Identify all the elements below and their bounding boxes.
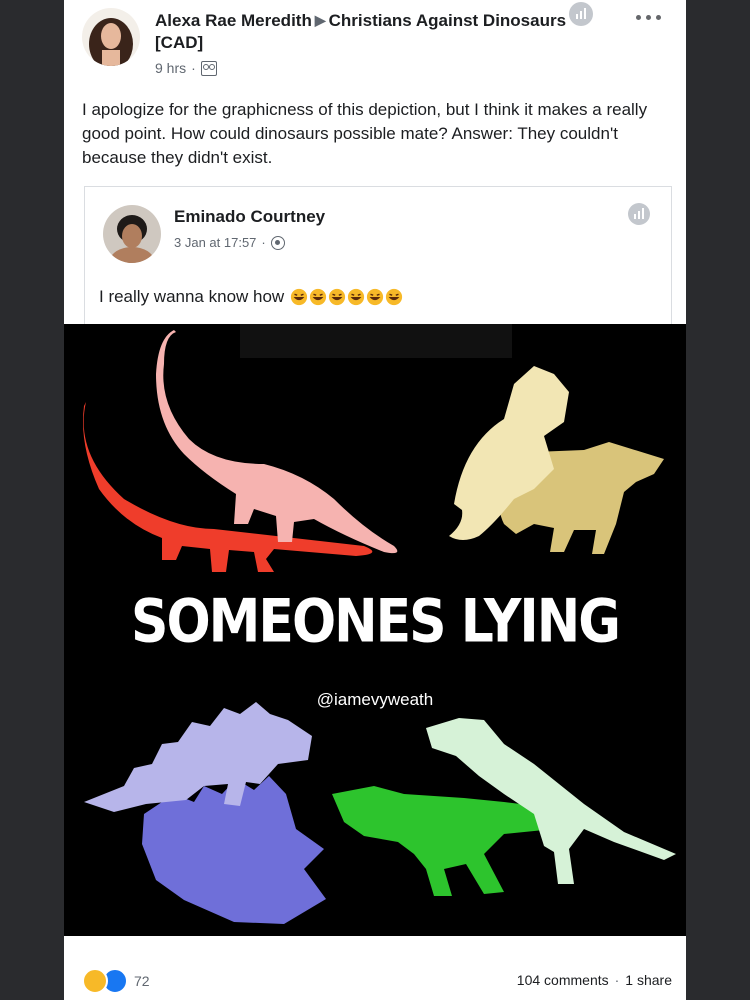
globe-icon bbox=[270, 235, 285, 250]
post-meta: 9 hrs · bbox=[155, 60, 217, 76]
avatar[interactable] bbox=[82, 8, 140, 66]
post-header: Alexa Rae Meredith ▶ Christians Against Di… bbox=[64, 0, 686, 90]
arrow-right-icon: ▶ bbox=[314, 12, 326, 28]
laughing-emoji-row bbox=[290, 288, 403, 306]
author-name[interactable]: Alexa Rae Meredith bbox=[155, 11, 312, 30]
shared-text-row: I really wanna know how bbox=[99, 287, 403, 307]
shared-text: I really wanna know how bbox=[99, 287, 285, 306]
post-author-line: Alexa Rae Meredith ▶ Christians Against Di… bbox=[155, 9, 575, 54]
post-footer: 72 104 comments · 1 share bbox=[64, 955, 686, 995]
stats-separator: · bbox=[614, 972, 620, 988]
shared-avatar-photo bbox=[103, 205, 161, 263]
meta-separator: · bbox=[261, 235, 266, 250]
laughing-emoji-icon bbox=[348, 288, 365, 306]
shared-meta: 3 Jan at 17:57 · bbox=[174, 235, 285, 250]
insights-icon[interactable] bbox=[569, 2, 593, 26]
shared-post[interactable]: Eminado Courtney 3 Jan at 17:57 · I real… bbox=[84, 186, 672, 325]
avatar-photo bbox=[82, 8, 140, 66]
laughing-emoji-icon bbox=[329, 288, 346, 306]
meme-handle: @iamevyweath bbox=[316, 690, 434, 709]
meme-title: SOMEONES LYING bbox=[131, 587, 621, 657]
meta-separator: · bbox=[191, 60, 196, 76]
reactions-summary[interactable]: 72 bbox=[82, 968, 150, 994]
laughing-emoji-icon bbox=[310, 288, 327, 306]
pink-sauropod-silhouette bbox=[156, 330, 398, 554]
meme-image[interactable]: SOMEONES LYING @iamevyweath bbox=[64, 324, 686, 936]
post-time[interactable]: 9 hrs bbox=[155, 60, 186, 76]
shared-author-name[interactable]: Eminado Courtney bbox=[174, 207, 325, 227]
post-text: I apologize for the graphicness of this … bbox=[82, 100, 648, 167]
laughing-emoji-icon bbox=[291, 288, 308, 306]
haha-reaction-icon bbox=[82, 968, 108, 994]
more-options-icon[interactable] bbox=[632, 10, 666, 26]
shares-count[interactable]: 1 share bbox=[625, 972, 672, 988]
comments-count[interactable]: 104 comments bbox=[517, 972, 609, 988]
shared-avatar[interactable] bbox=[103, 205, 161, 263]
laughing-emoji-icon bbox=[367, 288, 384, 306]
reaction-count: 72 bbox=[134, 973, 150, 989]
group-privacy-icon bbox=[200, 60, 217, 76]
shared-insights-icon[interactable] bbox=[628, 203, 650, 225]
post-card: Alexa Rae Meredith ▶ Christians Against Di… bbox=[64, 0, 686, 1000]
engagement-stats: 104 comments · 1 share bbox=[517, 972, 672, 988]
laughing-emoji-icon bbox=[386, 288, 403, 306]
shared-time[interactable]: 3 Jan at 17:57 bbox=[174, 235, 256, 250]
